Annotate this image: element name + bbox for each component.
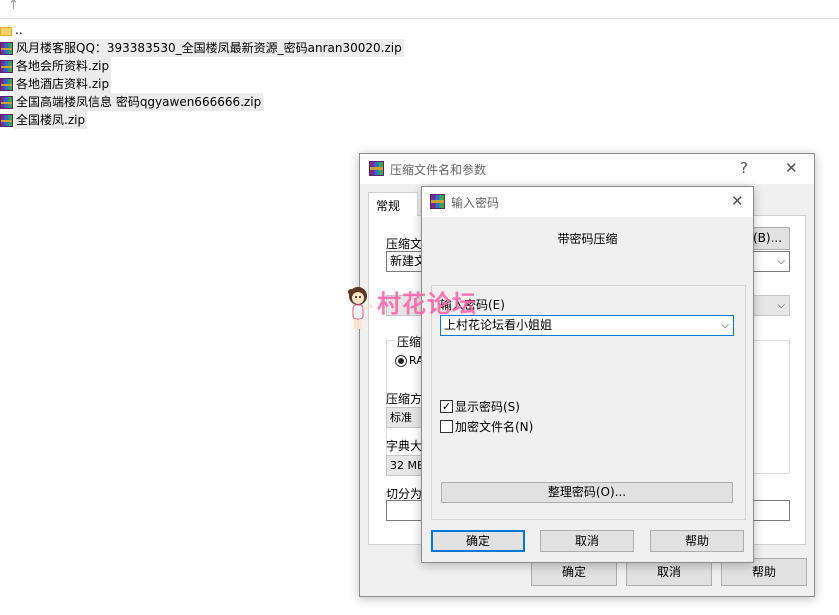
password-ok-button[interactable]: 确定 [431,530,525,552]
file-name: 各地酒店资料.zip [14,75,112,93]
tab-general[interactable]: 常规 [368,192,418,216]
password-help-button[interactable]: 帮助 [650,530,744,552]
cartoon-girl-icon [348,287,374,329]
parent-folder-item[interactable]: .. [0,21,25,39]
winrar-icon [369,161,384,176]
method-select[interactable]: 标准 [386,407,426,428]
file-item[interactable]: 各地酒店资料.zip [0,75,112,93]
rar-archive-icon [0,77,13,91]
rar-archive-icon [0,95,13,109]
password-dialog-title: 输入密码 [451,196,500,210]
folder-icon [0,27,12,36]
dict-label: 字典大 [386,439,423,453]
dict-select[interactable]: 32 MB [386,455,426,476]
password-dialog-titlebar: 输入密码 ✕ [422,187,753,217]
help-icon[interactable]: ? [740,159,748,177]
chevron-down-icon[interactable]: ⌵ [721,316,729,335]
tab-general-label: 常规 [376,199,401,213]
show-password-checkbox[interactable]: ✓ 显示密码(S) [440,398,520,415]
watermark-text: 村花论坛 [377,290,477,318]
file-name: .. [15,23,23,37]
unchecked-box-icon [440,420,453,433]
winrar-icon [430,194,445,209]
rar-archive-icon [0,41,13,55]
encrypt-names-checkbox[interactable]: 加密文件名(N) [440,418,533,435]
organize-passwords-button[interactable]: 整理密码(O)... [441,482,733,503]
file-name: 全国楼凤.zip [14,111,88,129]
close-icon[interactable]: ✕ [731,192,744,210]
file-name: 全国高端楼凤信息 密码qgyawen666666.zip [14,93,264,111]
file-item[interactable]: 风月楼客服QQ：393383530_全国楼凤最新资源_密码anran30020.… [0,39,404,57]
chevron-down-icon: ⌵ [777,300,785,311]
rar-archive-icon [0,59,13,73]
show-password-label: 显示密码(S) [455,400,520,414]
password-dialog: 输入密码 ✕ 带密码压缩 输入密码(E) 上村花论坛看小姐姐 ⌵ ✓ 显示密码(… [421,186,754,563]
file-name: 各地会所资料.zip [14,57,112,75]
archive-dialog-titlebar: 压缩文件名和参数 ? ✕ [360,154,814,184]
format-label: 压缩 [395,333,424,350]
file-item[interactable]: 各地会所资料.zip [0,57,112,75]
explorer-toolbar: ↑ [0,0,839,19]
radio-selected-icon [395,354,407,367]
archive-dialog-title: 压缩文件名和参数 [390,163,487,177]
encrypt-names-label: 加密文件名(N) [455,420,534,434]
file-name: 风月楼客服QQ：393383530_全国楼凤最新资源_密码anran30020.… [14,39,404,57]
format-rar-radio[interactable]: RA [395,354,424,367]
forum-watermark: 村花论坛 [345,284,505,334]
rar-archive-icon [0,113,13,127]
close-icon[interactable]: ✕ [785,159,798,177]
chevron-down-icon: ⌵ [777,256,785,267]
file-item[interactable]: 全国高端楼凤信息 密码qgyawen666666.zip [0,93,264,111]
checkmark-icon: ✓ [440,400,453,413]
method-label: 压缩方 [386,392,423,406]
password-header: 带密码压缩 [557,232,618,246]
file-item[interactable]: 全国楼凤.zip [0,111,88,129]
password-cancel-button[interactable]: 取消 [540,530,634,552]
archive-name-label: 压缩文 [386,237,423,251]
up-arrow-icon[interactable]: ↑ [8,0,19,13]
